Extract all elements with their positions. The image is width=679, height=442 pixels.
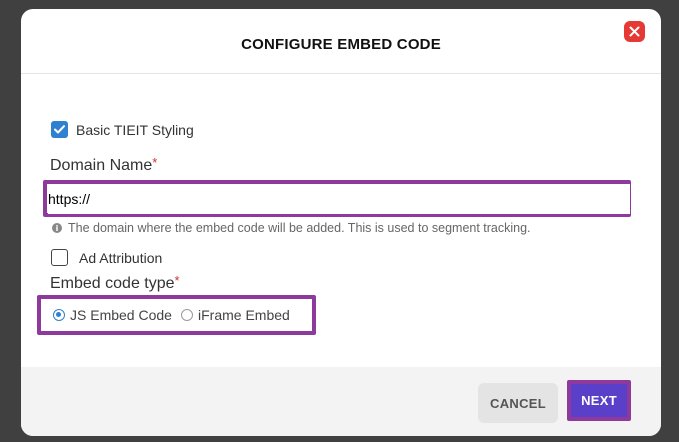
- dialog-header: CONFIGURE EMBED CODE: [21, 9, 661, 74]
- radio-js-embed-label: JS Embed Code: [70, 307, 172, 323]
- domain-hint-text: The domain where the embed code will be …: [68, 221, 531, 235]
- basic-styling-label: Basic TIEIT Styling: [76, 121, 194, 138]
- cancel-button[interactable]: CANCEL: [478, 383, 558, 423]
- required-mark: *: [152, 155, 158, 170]
- radio-iframe-embed-circle[interactable]: [181, 309, 193, 321]
- radio-iframe-embed-label: iFrame Embed: [198, 307, 290, 323]
- required-mark: *: [174, 273, 180, 288]
- ad-attribution-checkbox[interactable]: [51, 249, 68, 266]
- radio-js-embed[interactable]: JS Embed Code: [53, 307, 172, 323]
- embed-type-label-text: Embed code type: [50, 275, 175, 292]
- basic-styling-checkbox-row[interactable]: Basic TIEIT Styling: [51, 121, 194, 138]
- domain-hint: i The domain where the embed code will b…: [52, 221, 531, 235]
- domain-name-label-text: Domain Name: [50, 157, 153, 174]
- ad-attribution-checkbox-row[interactable]: Ad Attribution: [51, 249, 162, 266]
- radio-iframe-embed[interactable]: iFrame Embed: [181, 307, 290, 323]
- checkmark-icon: [54, 125, 65, 134]
- embed-type-label: Embed code type*: [50, 273, 180, 293]
- next-button[interactable]: NEXT: [571, 384, 627, 417]
- close-button[interactable]: [624, 21, 645, 42]
- dialog-footer: CANCEL NEXT: [21, 367, 661, 436]
- dialog-title: CONFIGURE EMBED CODE: [241, 36, 441, 53]
- basic-styling-checkbox[interactable]: [51, 121, 68, 138]
- domain-name-label: Domain Name*: [50, 155, 158, 175]
- domain-name-input[interactable]: [48, 184, 630, 214]
- info-icon: i: [52, 223, 62, 233]
- configure-embed-dialog: CONFIGURE EMBED CODE Basic TIEIT Styling…: [21, 9, 661, 436]
- ad-attribution-label: Ad Attribution: [79, 249, 163, 266]
- radio-js-embed-circle[interactable]: [53, 309, 65, 321]
- close-icon: [629, 26, 640, 37]
